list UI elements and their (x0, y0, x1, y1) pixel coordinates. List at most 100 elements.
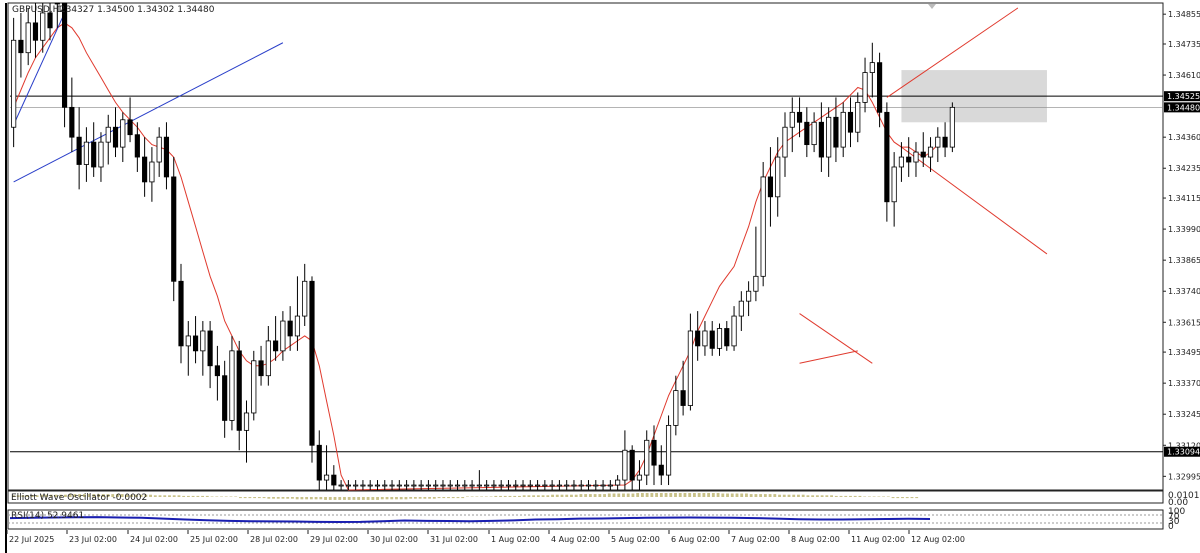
ewo-bar (248, 497, 252, 499)
ewo-bar (787, 494, 791, 497)
ewo-bar (177, 495, 181, 497)
ewo-bar (300, 497, 304, 500)
ewo-bar (655, 493, 659, 497)
price-label-1: 1.34735 (1168, 40, 1200, 49)
ewo-bar (849, 495, 852, 497)
ewo-bar (239, 497, 242, 499)
ewo-bar (811, 495, 815, 497)
ewo-bar (560, 494, 564, 497)
ewo-bar (910, 497, 914, 499)
ewo-bar (413, 497, 417, 499)
ewo-bar (499, 495, 502, 497)
price-label-2: 1.34610 (1168, 71, 1200, 80)
ewo-bar (399, 497, 403, 500)
ewo-bar (153, 495, 157, 497)
ewo-bar (754, 494, 758, 497)
ewo-bar (584, 494, 588, 497)
ewo-bar (480, 496, 484, 497)
ewo-bar (376, 497, 379, 500)
ewo-bar (253, 497, 257, 499)
candle (171, 157, 177, 302)
ewo-bar (669, 493, 673, 497)
time-label-0: 22 Jul 2025 (9, 535, 54, 544)
ewo-bar (158, 495, 162, 497)
ewo-bar (508, 495, 512, 497)
ewo-bar (295, 497, 299, 500)
ewo-bar (745, 493, 748, 497)
ewo-bar (385, 497, 389, 500)
ewo-bar (286, 497, 290, 499)
ewo-bar (905, 497, 909, 499)
ewo-bar (697, 493, 701, 497)
time-label-5: 29 Jul 02:00 (310, 535, 358, 544)
ewo-bar (466, 496, 469, 497)
ewo-bar (617, 493, 621, 497)
price-label-12: 1.33495 (1168, 348, 1200, 357)
ewo-bar (163, 495, 167, 497)
ewo-bar (541, 495, 545, 497)
time-label-8: 1 Aug 02:00 (491, 535, 540, 544)
ewo-bar (801, 494, 805, 497)
ewo-bar (688, 493, 692, 497)
ewo-bar (390, 497, 394, 500)
ewo-bar (797, 494, 800, 497)
ewo-bar (518, 495, 521, 497)
ewo-bar (361, 497, 365, 500)
ewo-bar (513, 495, 517, 497)
ewo-bar (640, 493, 644, 497)
rsi-label: RSI(14) 52.9461 (11, 511, 84, 521)
ewo-bar (863, 496, 867, 497)
ewo-label: Elliott Wave Oscillator -0.0002 (11, 493, 147, 503)
ewo-bar (773, 494, 777, 497)
ewo-bar (267, 497, 271, 499)
ewo-bar (782, 494, 786, 497)
ewo-bar (650, 493, 654, 497)
ewo-bar (262, 497, 266, 499)
time-label-7: 31 Jul 02:00 (430, 535, 478, 544)
ewo-bar (243, 497, 247, 499)
ewo-bar (447, 497, 450, 499)
ewo-bar (328, 497, 332, 500)
ewo-bar (834, 495, 838, 497)
ewo-bar (858, 495, 862, 497)
ewo-bar (352, 497, 356, 500)
price-label-7: 1.34115 (1168, 194, 1200, 203)
ewo-bar (565, 494, 569, 497)
price-label-14: 1.33245 (1168, 410, 1200, 419)
ewo-bar (182, 495, 186, 497)
ewo-bar (229, 496, 233, 497)
ewo-bar (371, 497, 375, 500)
ewo-bar (149, 494, 152, 497)
ewo-bar (522, 495, 526, 497)
ewo-bar (484, 496, 488, 497)
rsi-axis-0: 0 (1168, 522, 1174, 532)
ewo-bar (191, 495, 195, 497)
ewo-bar (380, 497, 384, 500)
ewo-bar (636, 493, 640, 497)
ewo-bar (333, 497, 337, 500)
candle (949, 102, 955, 153)
time-label-2: 24 Jul 02:00 (130, 535, 178, 544)
ewo-bar (224, 496, 228, 497)
ewo-bar (409, 497, 413, 499)
ewo-bar (674, 493, 677, 497)
time-label-4: 28 Jul 02:00 (250, 535, 298, 544)
ewo-bar (172, 495, 176, 497)
ewo-bar (735, 493, 739, 497)
ewo-bar (622, 493, 625, 497)
ewo-bar (257, 497, 261, 499)
ewo-bar (437, 497, 441, 499)
ewo-bar (276, 497, 280, 499)
candle (309, 276, 315, 463)
ewo-bar (740, 493, 744, 497)
ewo-bar (659, 493, 663, 497)
price-tag-3: 1.34525 (1167, 92, 1200, 101)
price-label-8: 1.33990 (1168, 225, 1200, 234)
ewo-bar (366, 497, 370, 500)
trading-chart[interactable]: GBPUSD,H2 1.34327 1.34500 1.34302 1.3448… (0, 0, 1200, 553)
ewo-bar (726, 493, 729, 497)
ewo-bar (607, 493, 611, 497)
ewo-bar (314, 497, 318, 500)
ewo-bar (461, 497, 465, 499)
ewo-bar (494, 495, 498, 497)
